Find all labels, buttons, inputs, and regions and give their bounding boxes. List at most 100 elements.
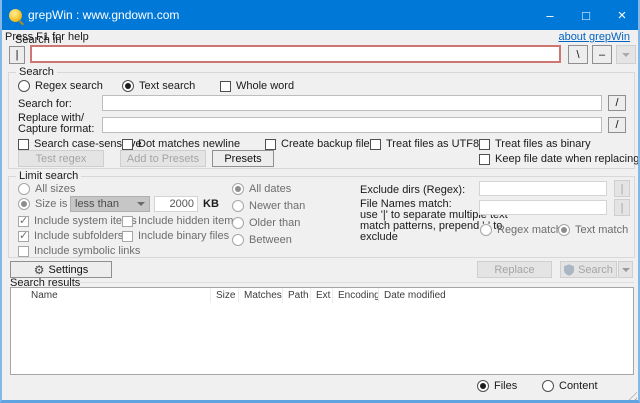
settings-button[interactable]: ⚙ Settings [10, 261, 112, 278]
size-value-input[interactable]: 2000 [154, 196, 198, 212]
exclude-dirs-helper-button[interactable]: | [614, 180, 630, 197]
text-match-radio[interactable]: Text match [558, 224, 628, 236]
treat-utf8-checkbox[interactable]: Treat files as UTF8 [370, 138, 479, 150]
exclude-dirs-label: Exclude dirs (Regex): [360, 184, 465, 196]
checkbox-icon [265, 139, 276, 150]
add-to-presets-button[interactable]: Add to Presets [120, 150, 206, 167]
include-binary-checkbox[interactable]: Include binary files [122, 230, 229, 242]
radio-icon [232, 200, 244, 212]
checkbox-icon [122, 139, 133, 150]
exclude-dirs-input[interactable] [479, 181, 607, 196]
resize-grip[interactable] [625, 388, 637, 400]
column-header-encoding[interactable]: Encoding [333, 288, 379, 303]
search-group-label: Search [16, 66, 57, 78]
create-backup-checkbox[interactable]: Create backup files [265, 138, 375, 150]
column-header-path[interactable]: Path [283, 288, 311, 303]
checkbox-icon [220, 81, 231, 92]
file-names-helper-button[interactable]: | [614, 199, 630, 216]
search-for-label: Search for: [18, 98, 72, 110]
search-button[interactable]: Search [560, 261, 617, 278]
gear-icon: ⚙ [34, 263, 45, 277]
minimize-icon[interactable]: – [532, 0, 568, 30]
about-grepwin-link[interactable]: about grepWin [558, 31, 630, 43]
radio-icon [18, 183, 30, 195]
title-bar: grepWin : www.gndown.com – □ × [0, 0, 640, 30]
window-controls: – □ × [532, 0, 640, 30]
replace-regex-helper-button[interactable]: / [608, 117, 626, 133]
close-icon[interactable]: × [604, 0, 640, 30]
radio-icon [558, 224, 570, 236]
size-is-radio[interactable]: Size is [18, 198, 67, 210]
checkbox-icon [18, 246, 29, 257]
older-than-radio[interactable]: Older than [232, 217, 300, 229]
test-regex-button[interactable]: Test regex [18, 150, 104, 167]
checkbox-icon [18, 231, 29, 242]
text-search-radio[interactable]: Text search [122, 80, 195, 92]
size-unit-label: KB [203, 198, 219, 210]
radio-icon [232, 217, 244, 229]
treat-binary-checkbox[interactable]: Treat files as binary [479, 138, 591, 150]
checkbox-icon [479, 139, 490, 150]
results-header-row: Name Size Matches Path Ext Encoding Date… [11, 288, 633, 303]
column-header-size[interactable]: Size [211, 288, 239, 303]
radio-icon [480, 224, 492, 236]
chevron-down-icon [622, 53, 630, 57]
window-title: grepWin : www.gndown.com [28, 8, 179, 22]
between-radio[interactable]: Between [232, 234, 292, 246]
include-system-checkbox[interactable]: Include system items [18, 215, 137, 227]
include-symlinks-checkbox[interactable]: Include symbolic links [18, 245, 140, 257]
chevron-down-icon [137, 202, 145, 206]
radio-icon [18, 80, 30, 92]
replace-with-input[interactable] [102, 117, 602, 133]
presets-button[interactable]: Presets [212, 150, 274, 167]
path-history-dropdown-button[interactable] [616, 45, 636, 64]
radio-icon [477, 380, 489, 392]
radio-icon [232, 183, 244, 195]
radio-icon [542, 380, 554, 392]
file-names-match-input[interactable] [479, 200, 607, 215]
grepwin-window: grepWin : www.gndown.com – □ × Press F1 … [0, 0, 640, 403]
newer-than-radio[interactable]: Newer than [232, 200, 305, 212]
all-sizes-radio[interactable]: All sizes [18, 183, 75, 195]
whole-word-checkbox[interactable]: Whole word [220, 80, 294, 92]
checkbox-icon [18, 216, 29, 227]
replace-button[interactable]: Replace [477, 261, 552, 278]
files-radio[interactable]: Files [477, 380, 517, 392]
regex-search-radio[interactable]: Regex search [18, 80, 103, 92]
search-in-input[interactable] [30, 45, 561, 63]
include-subfolders-checkbox[interactable]: Include subfolders [18, 230, 123, 242]
all-dates-radio[interactable]: All dates [232, 183, 291, 195]
checkbox-icon [479, 154, 490, 165]
content-radio[interactable]: Content [542, 380, 598, 392]
search-regex-helper-button[interactable]: / [608, 95, 626, 111]
results-list[interactable]: Name Size Matches Path Ext Encoding Date… [10, 287, 634, 375]
browse-button[interactable]: – [592, 45, 612, 64]
radio-icon [232, 234, 244, 246]
checkbox-icon [370, 139, 381, 150]
file-names-hint-3: exclude [360, 231, 398, 243]
keep-file-date-checkbox[interactable]: Keep file date when replacing [479, 153, 639, 165]
include-hidden-checkbox[interactable]: Include hidden items [122, 215, 239, 227]
limit-search-group-label: Limit search [16, 170, 81, 182]
results-divider [80, 282, 634, 283]
checkbox-icon [122, 231, 133, 242]
size-compare-select[interactable]: less than [70, 196, 150, 212]
checkbox-icon [18, 139, 29, 150]
maximize-icon[interactable]: □ [568, 0, 604, 30]
dot-matches-newline-checkbox[interactable]: Dot matches newline [122, 138, 240, 150]
backslash-button[interactable]: \ [568, 45, 588, 64]
column-header-ext[interactable]: Ext [311, 288, 333, 303]
search-dropdown-button[interactable] [618, 261, 633, 278]
multiline-toggle-button[interactable]: | [9, 46, 25, 64]
shield-icon [564, 264, 574, 276]
search-for-input[interactable] [102, 95, 602, 111]
app-icon [9, 9, 22, 22]
checkbox-icon [122, 216, 133, 227]
regex-match-radio[interactable]: Regex match [480, 224, 562, 236]
column-header-matches[interactable]: Matches [239, 288, 283, 303]
column-header-date-modified[interactable]: Date modified [379, 288, 459, 303]
column-header-name[interactable]: Name [11, 288, 211, 303]
radio-icon [18, 198, 30, 210]
replace-with-label-2: Capture format: [18, 123, 94, 135]
radio-icon [122, 80, 134, 92]
